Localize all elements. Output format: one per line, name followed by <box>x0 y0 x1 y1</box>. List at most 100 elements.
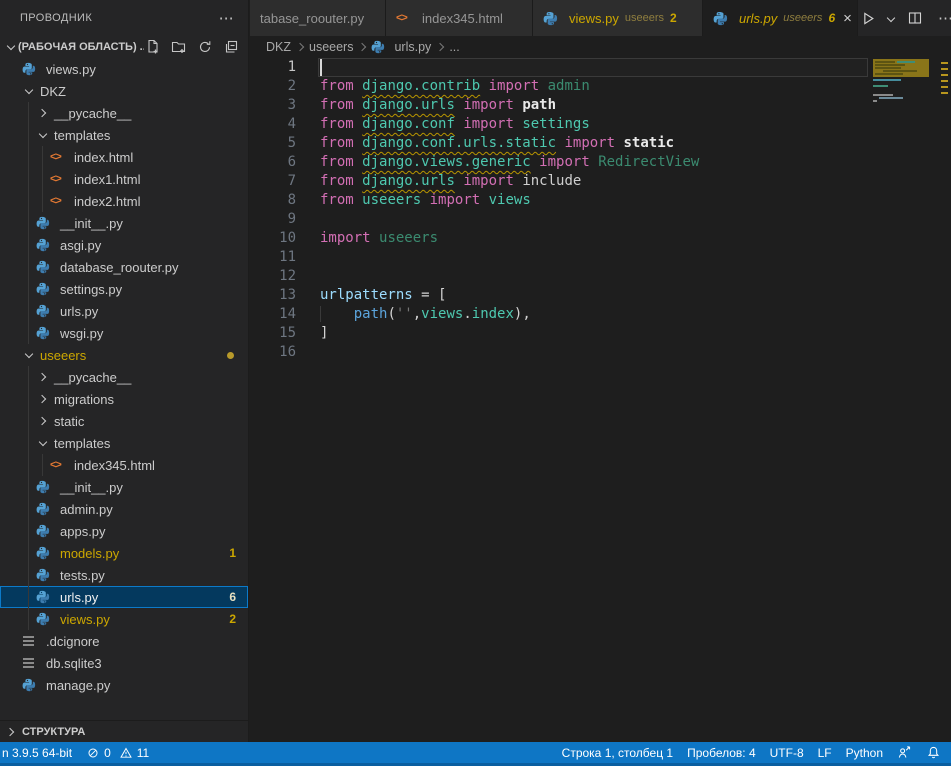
outline-section-header[interactable]: СТРУКТУРА <box>0 720 248 742</box>
tree-item--pycache-[interactable]: __pycache__ <box>0 102 248 124</box>
tab-tabase-roouter-py[interactable]: tabase_roouter.py <box>250 0 386 36</box>
tree-item-manage-py[interactable]: manage.py <box>0 674 248 696</box>
tree-item-views-py[interactable]: views.py <box>0 58 248 80</box>
chevron-right-icon <box>36 392 50 406</box>
new-folder-button[interactable] <box>170 38 188 56</box>
code-token: views <box>421 306 463 322</box>
new-file-button[interactable] <box>144 38 162 56</box>
tab-urls-py[interactable]: urls.pyuseeers6× <box>703 0 858 36</box>
refresh-button[interactable] <box>196 38 214 56</box>
tree-item-templates[interactable]: templates <box>0 124 248 146</box>
tab-views-py[interactable]: views.pyuseeers2 <box>533 0 703 36</box>
code-line-16[interactable]: 16 <box>250 343 951 362</box>
collapse-folders-button[interactable] <box>222 38 240 56</box>
notifications-button[interactable] <box>919 745 951 760</box>
tree-item-asgi-py[interactable]: asgi.py <box>0 234 248 256</box>
python-icon <box>543 11 558 26</box>
tree-item-settings-py[interactable]: settings.py <box>0 278 248 300</box>
code-line-9[interactable]: 9 <box>250 210 951 229</box>
tree-item-index1-html[interactable]: <>index1.html <box>0 168 248 190</box>
tree-item-label: views.py <box>60 612 110 627</box>
tree-item-urls-py[interactable]: urls.py6 <box>0 586 248 608</box>
code-line-10[interactable]: 10import useeers <box>250 229 951 248</box>
line-content <box>296 343 320 362</box>
close-icon[interactable]: × <box>843 10 852 27</box>
split-editor-button[interactable] <box>906 9 924 27</box>
code-line-14[interactable]: 14 path('',views.index), <box>250 305 951 324</box>
line-content: ] <box>296 324 328 343</box>
tree-item-dkz[interactable]: DKZ <box>0 80 248 102</box>
tree-item-useeers[interactable]: useeers <box>0 344 248 366</box>
tree-item-static[interactable]: static <box>0 410 248 432</box>
line-content: from django.conf.urls.static import stat… <box>296 134 674 153</box>
file-icon <box>22 640 42 642</box>
cursor-position-status[interactable]: Строка 1, столбец 1 <box>555 746 680 760</box>
tree-item-admin-py[interactable]: admin.py <box>0 498 248 520</box>
encoding-status[interactable]: UTF-8 <box>763 746 811 760</box>
language-label: Python <box>846 746 883 760</box>
tree-item-database-roouter-py[interactable]: database_roouter.py <box>0 256 248 278</box>
code-editor[interactable]: 12from django.contrib import admin3from … <box>250 58 951 742</box>
breadcrumb-item[interactable]: DKZ <box>266 40 291 54</box>
indent-guide <box>42 190 43 212</box>
breadcrumb-item[interactable]: useeers <box>309 40 353 54</box>
chevron-right-icon <box>36 414 50 428</box>
tree-item-index-html[interactable]: <>index.html <box>0 146 248 168</box>
workspace-section-header[interactable]: (РАБОЧАЯ ОБЛАСТЬ) ... <box>0 36 248 58</box>
code-line-1[interactable]: 1 <box>250 58 951 77</box>
explorer-more-actions-icon[interactable]: ⋯ <box>215 9 238 27</box>
tab-index345-html[interactable]: <>index345.html <box>386 0 533 36</box>
code-line-7[interactable]: 7from django.urls import include <box>250 172 951 191</box>
tree-item-views-py[interactable]: views.py2 <box>0 608 248 630</box>
code-token <box>371 230 379 246</box>
tree-item--init-py[interactable]: __init__.py <box>0 212 248 234</box>
overview-ruler[interactable] <box>937 58 951 178</box>
tab-folder-hint: useeers <box>783 12 822 24</box>
tree-item-models-py[interactable]: models.py1 <box>0 542 248 564</box>
breadcrumb[interactable]: DKZ useeers urls.py... <box>250 36 951 58</box>
language-mode-status[interactable]: Python <box>839 746 890 760</box>
editor-more-actions-icon[interactable]: ⋯ <box>934 9 951 27</box>
python-interpreter-status[interactable]: n 3.9.5 64-bit <box>0 742 79 763</box>
tree-item--pycache-[interactable]: __pycache__ <box>0 366 248 388</box>
code-line-8[interactable]: 8from useeers import views <box>250 191 951 210</box>
indent-guide <box>28 542 29 564</box>
code-line-3[interactable]: 3from django.urls import path <box>250 96 951 115</box>
code-line-4[interactable]: 4from django.conf import settings <box>250 115 951 134</box>
feedback-button[interactable] <box>890 745 919 760</box>
breadcrumb-separator-icon <box>358 43 366 51</box>
problems-status[interactable]: 0 11 <box>79 742 156 763</box>
tree-item-index345-html[interactable]: <>index345.html <box>0 454 248 476</box>
tree-item-apps-py[interactable]: apps.py <box>0 520 248 542</box>
tree-item-db-sqlite3[interactable]: db.sqlite3 <box>0 652 248 674</box>
run-dropdown-chevron-icon[interactable] <box>886 13 896 23</box>
code-line-6[interactable]: 6from django.views.generic import Redire… <box>250 153 951 172</box>
tree-item-tests-py[interactable]: tests.py <box>0 564 248 586</box>
tree-item-index2-html[interactable]: <>index2.html <box>0 190 248 212</box>
code-line-2[interactable]: 2from django.contrib import admin <box>250 77 951 96</box>
tree-item-label: asgi.py <box>60 238 101 253</box>
tree-item-wsgi-py[interactable]: wsgi.py <box>0 322 248 344</box>
tree-item-migrations[interactable]: migrations <box>0 388 248 410</box>
html-icon: <> <box>50 459 70 471</box>
run-button[interactable] <box>858 9 876 27</box>
code-token: path <box>522 97 556 113</box>
breadcrumb-item[interactable]: urls.py <box>394 40 431 54</box>
code-line-5[interactable]: 5from django.conf.urls.static import sta… <box>250 134 951 153</box>
tree-item-urls-py[interactable]: urls.py <box>0 300 248 322</box>
code-line-11[interactable]: 11 <box>250 248 951 267</box>
tree-item--dcignore[interactable]: .dcignore <box>0 630 248 652</box>
breadcrumb-item[interactable]: ... <box>449 40 459 54</box>
code-line-12[interactable]: 12 <box>250 267 951 286</box>
minimap[interactable] <box>871 58 935 175</box>
code-line-13[interactable]: 13urlpatterns = [ <box>250 286 951 305</box>
line-number: 1 <box>250 58 296 77</box>
eol-status[interactable]: LF <box>811 746 839 760</box>
code-line-15[interactable]: 15] <box>250 324 951 343</box>
tree-item--init-py[interactable]: __init__.py <box>0 476 248 498</box>
tree-item-templates[interactable]: templates <box>0 432 248 454</box>
python-icon <box>36 590 56 604</box>
indentation-status[interactable]: Пробелов: 4 <box>680 746 763 760</box>
current-line-highlight <box>318 58 868 77</box>
line-content: path('',views.index), <box>296 305 531 324</box>
